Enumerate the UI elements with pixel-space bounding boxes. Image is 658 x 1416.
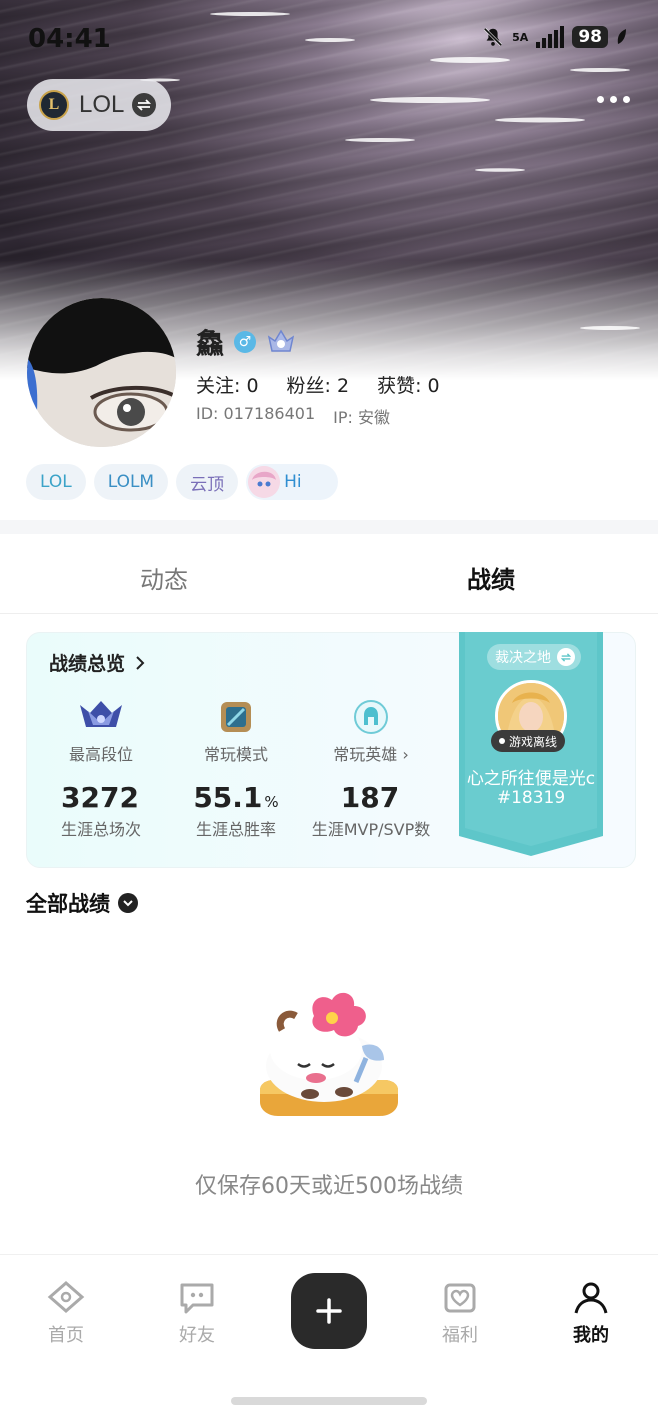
stat-label: 常玩模式	[203, 745, 268, 764]
ip-location: IP: 安徽	[333, 408, 390, 427]
nav-friends[interactable]: 好友	[157, 1281, 237, 1347]
stat-common-hero[interactable]: 常玩英雄 › 187 生涯MVP/SVP数	[301, 697, 441, 840]
social-stats: 关注: 0 粉丝: 2 获赞: 0	[196, 371, 440, 398]
game-switcher[interactable]: L LOL	[27, 79, 171, 131]
gift-heart-icon	[444, 1283, 476, 1313]
nav-home[interactable]: 首页	[26, 1281, 106, 1347]
stat-label: 常玩英雄 ›	[333, 745, 409, 764]
overview-title-text: 战绩总览	[49, 653, 126, 675]
user-id: ID: 017186401	[196, 404, 316, 423]
player-name: 心之所往便是光c	[466, 769, 596, 789]
player-ribbon[interactable]: 裁决之地 游戏离线 心之所往便是光c #18319	[459, 632, 603, 856]
chat-icon	[180, 1283, 214, 1314]
records-filter[interactable]: 全部战绩	[26, 888, 138, 918]
empty-state-text: 仅保存60天或近500场战绩	[195, 1174, 463, 1199]
network-type: 5A	[512, 30, 529, 44]
nav-welfare[interactable]: 福利	[420, 1281, 500, 1347]
tag-hi[interactable]: Hi	[246, 464, 339, 500]
stat-value: 3272	[61, 781, 139, 814]
create-post-button[interactable]	[291, 1273, 367, 1349]
nav-label: 福利	[442, 1325, 478, 1346]
user-icon	[574, 1282, 608, 1314]
stat-label: 最高段位	[68, 745, 133, 764]
stat-sub-label: 生涯总场次	[60, 820, 141, 839]
tag-lol[interactable]: LOL	[26, 464, 86, 500]
more-options-icon[interactable]	[597, 96, 630, 103]
username-row: 鱻 ♂	[196, 322, 296, 362]
game-mode-icon	[221, 702, 251, 732]
ribbon-mode-label: 裁决之地	[495, 650, 551, 666]
tag-hi-label: Hi	[284, 472, 302, 492]
follow-count[interactable]: 关注: 0	[196, 371, 259, 398]
rank-emblem-icon	[80, 701, 122, 727]
swap-icon	[132, 93, 157, 117]
swap-icon	[557, 648, 575, 666]
id-row: ID: 017186401 IP: 安徽	[196, 404, 390, 428]
male-icon: ♂	[234, 331, 257, 353]
home-icon	[47, 1281, 85, 1313]
nav-label: 好友	[179, 1325, 215, 1346]
username: 鱻	[196, 327, 225, 360]
nav-me[interactable]: 我的	[551, 1281, 631, 1347]
game-tags: LOL LOLM 云顶 Hi	[26, 464, 339, 500]
chevron-down-icon	[118, 893, 138, 913]
tab-dynamic[interactable]: 动态	[140, 560, 188, 595]
nav-label: 首页	[48, 1325, 84, 1346]
stat-common-mode[interactable]: 常玩模式 55.1% 生涯总胜率	[166, 697, 306, 840]
likes-count: 获赞: 0	[377, 375, 440, 397]
tag-lolm[interactable]: LOLM	[93, 464, 169, 500]
stat-value: 55.1%	[193, 781, 279, 814]
tab-record[interactable]: 战绩	[467, 560, 515, 595]
offline-status: 游戏离线	[491, 730, 566, 752]
plus-icon	[316, 1298, 342, 1324]
home-indicator[interactable]	[231, 1397, 427, 1405]
stat-value: 187	[340, 781, 400, 814]
game-name: LOL	[79, 91, 125, 118]
status-icons: 5A 98	[482, 26, 628, 48]
overview-title[interactable]: 战绩总览	[49, 649, 145, 676]
mute-bell-icon	[483, 27, 503, 47]
stat-sub-label: 生涯MVP/SVP数	[311, 820, 431, 839]
ribbon-mode[interactable]: 裁决之地	[487, 644, 581, 670]
section-divider	[0, 520, 658, 534]
profile-tabs: 动态 战绩	[0, 534, 658, 614]
rank-badge-icon[interactable]	[266, 329, 296, 355]
battery-level: 98	[572, 26, 608, 48]
hero-helmet-icon	[354, 700, 388, 734]
stat-highest-rank[interactable]: 最高段位 3272 生涯总场次	[31, 697, 171, 840]
tag-yunding[interactable]: 云顶	[176, 464, 239, 500]
status-time: 04:41	[28, 24, 111, 54]
avatar[interactable]	[27, 298, 176, 447]
fans-count[interactable]: 粉丝: 2	[287, 371, 350, 398]
power-saving-icon	[617, 29, 626, 44]
nav-label: 我的	[573, 1325, 609, 1346]
lol-logo-icon: L	[39, 90, 69, 120]
signal-icon	[536, 26, 565, 48]
hi-avatar-icon	[248, 466, 281, 498]
empty-state-poro-illustration	[260, 992, 398, 1116]
records-filter-label: 全部战绩	[26, 892, 110, 916]
stat-sub-label: 生涯总胜率	[195, 820, 276, 839]
player-tag: #18319	[496, 788, 566, 808]
chevron-right-icon	[136, 655, 145, 670]
